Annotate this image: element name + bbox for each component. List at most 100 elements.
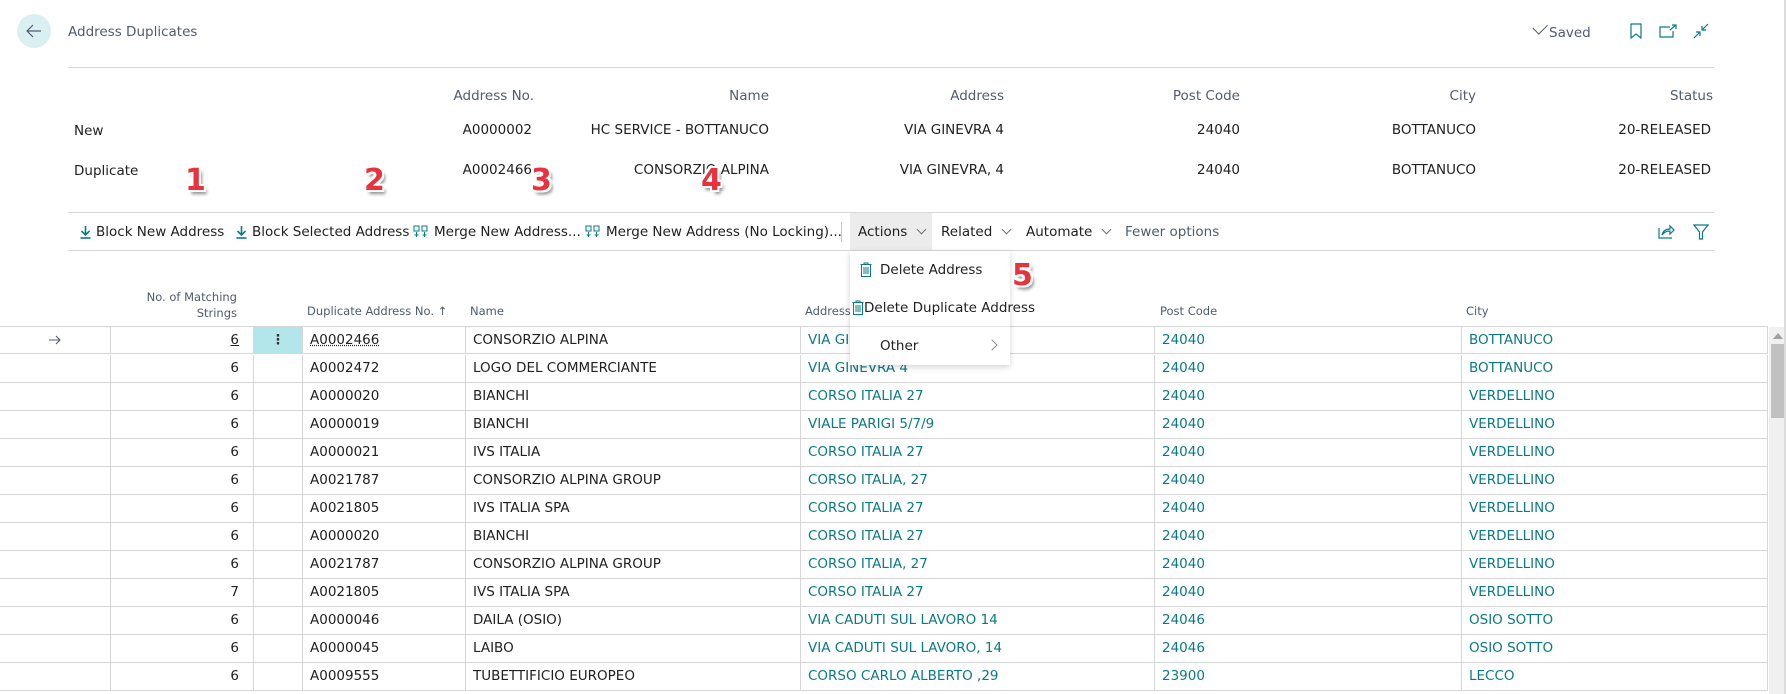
city-cell[interactable]: VERDELLINO — [1461, 523, 1768, 550]
table-row[interactable]: 6 A0021787 CONSORZIO ALPINA GROUP CORSO ITA… — [0, 551, 1768, 579]
post-code-cell[interactable]: 24040 — [1154, 411, 1461, 438]
city-cell[interactable]: BOTTANUCO — [1461, 355, 1768, 382]
post-code-cell[interactable]: 23900 — [1154, 663, 1461, 690]
post-code-cell[interactable]: 24040 — [1154, 467, 1461, 494]
post-code-cell[interactable]: 24040 — [1154, 579, 1461, 606]
actions-menu-button[interactable]: Actions — [850, 213, 932, 250]
col-header-duplicate-address-no[interactable]: Duplicate Address No. ↑ — [307, 304, 447, 318]
address-cell[interactable]: VIA CADUTI SUL LAVORO 14 — [800, 607, 1154, 634]
duplicate-address-no-cell[interactable]: A0000045 — [302, 635, 465, 662]
table-row[interactable]: 6 A0000046 DAILA (OSIO) VIA CADUTI SUL LAVO… — [0, 607, 1768, 635]
row-actions-menu[interactable] — [253, 579, 302, 606]
menu-item-delete-duplicate-address[interactable]: Delete Duplicate Address — [850, 289, 1035, 326]
duplicate-address-no-cell[interactable]: A0000019 — [302, 411, 465, 438]
duplicate-address-no-cell[interactable]: A0002466 — [302, 327, 465, 354]
duplicate-address-no-cell[interactable]: A0000021 — [302, 439, 465, 466]
address-cell[interactable]: CORSO CARLO ALBERTO ,29 — [800, 663, 1154, 690]
row-actions-menu[interactable] — [253, 635, 302, 662]
city-cell[interactable]: VERDELLINO — [1461, 383, 1768, 410]
table-row[interactable]: 7 A0021805 IVS ITALIA SPA CORSO ITALIA 27 24… — [0, 579, 1768, 607]
address-cell[interactable]: CORSO ITALIA 27 — [800, 439, 1154, 466]
address-cell[interactable]: CORSO ITALIA 27 — [800, 579, 1154, 606]
city-cell[interactable]: VERDELLINO — [1461, 411, 1768, 438]
scroll-up-arrow-icon[interactable] — [1773, 333, 1783, 339]
city-cell[interactable]: OSIO SOTTO — [1461, 635, 1768, 662]
row-actions-menu[interactable] — [253, 411, 302, 438]
post-code-cell[interactable]: 24040 — [1154, 439, 1461, 466]
table-row[interactable]: 6 A0000020 BIANCHI CORSO ITALIA 27 24040 VERD… — [0, 523, 1768, 551]
duplicate-address-no-cell[interactable]: A0000020 — [302, 383, 465, 410]
address-cell[interactable]: VIA CADUTI SUL LAVORO, 14 — [800, 635, 1154, 662]
post-code-cell[interactable]: 24040 — [1154, 551, 1461, 578]
duplicate-address-no-cell[interactable]: A0021805 — [302, 579, 465, 606]
related-menu-button[interactable]: Related — [941, 213, 1012, 250]
address-cell[interactable]: CORSO ITALIA 27 — [800, 495, 1154, 522]
block-new-address-button[interactable]: Block New Address — [80, 213, 224, 250]
address-cell[interactable]: VIALE PARIGI 5/7/9 — [800, 411, 1154, 438]
city-cell[interactable]: LECCO — [1461, 663, 1768, 690]
matching-strings-cell[interactable]: 6 — [110, 327, 253, 354]
duplicate-address-no-cell[interactable]: A0000020 — [302, 523, 465, 550]
row-actions-menu[interactable] — [253, 523, 302, 550]
address-cell[interactable]: CORSO ITALIA, 27 — [800, 467, 1154, 494]
table-row[interactable]: 6 A0000020 BIANCHI CORSO ITALIA 27 24040 VERD… — [0, 383, 1768, 411]
duplicate-address-no-cell[interactable]: A0021805 — [302, 495, 465, 522]
merge-new-address-button[interactable]: Merge New Address... — [413, 213, 581, 250]
row-actions-menu[interactable] — [253, 439, 302, 466]
city-cell[interactable]: BOTTANUCO — [1461, 327, 1768, 354]
col-header-city[interactable]: City — [1466, 304, 1489, 318]
row-actions-menu[interactable] — [253, 551, 302, 578]
back-button[interactable] — [17, 14, 51, 48]
duplicate-address-no-cell[interactable]: A0009555 — [302, 663, 465, 690]
post-code-cell[interactable]: 24040 — [1154, 523, 1461, 550]
fewer-options-button[interactable]: Fewer options — [1125, 213, 1219, 250]
address-cell[interactable]: CORSO ITALIA 27 — [800, 523, 1154, 550]
post-code-cell[interactable]: 24040 — [1154, 383, 1461, 410]
automate-menu-button[interactable]: Automate — [1026, 213, 1112, 250]
table-row[interactable]: 6 A0021805 IVS ITALIA SPA CORSO ITALIA 27 24… — [0, 495, 1768, 523]
table-row[interactable]: 6 A0021787 CONSORZIO ALPINA GROUP CORSO ITA… — [0, 467, 1768, 495]
city-cell[interactable]: VERDELLINO — [1461, 551, 1768, 578]
row-actions-menu[interactable]: ⋮ — [253, 327, 302, 354]
row-actions-menu[interactable] — [253, 607, 302, 634]
row-actions-menu[interactable] — [253, 663, 302, 690]
city-cell[interactable]: VERDELLINO — [1461, 467, 1768, 494]
address-cell[interactable]: CORSO ITALIA, 27 — [800, 551, 1154, 578]
post-code-cell[interactable]: 24046 — [1154, 635, 1461, 662]
col-header-matching-strings[interactable]: No. of Matching Strings — [147, 290, 237, 320]
bookmark-button[interactable] — [1625, 20, 1647, 42]
city-cell[interactable]: VERDELLINO — [1461, 579, 1768, 606]
scrollbar-thumb[interactable] — [1771, 344, 1784, 418]
menu-item-other[interactable]: Other — [850, 327, 1010, 364]
block-selected-address-button[interactable]: Block Selected Address — [236, 213, 409, 250]
col-header-address[interactable]: Address — [805, 304, 851, 318]
row-actions-menu[interactable] — [253, 495, 302, 522]
share-button[interactable] — [1658, 213, 1675, 250]
col-header-post-code[interactable]: Post Code — [1160, 304, 1217, 318]
post-code-cell[interactable]: 24040 — [1154, 495, 1461, 522]
table-row[interactable]: 6 A0000021 IVS ITALIA CORSO ITALIA 27 24040 V… — [0, 439, 1768, 467]
city-cell[interactable]: VERDELLINO — [1461, 439, 1768, 466]
duplicate-address-no-cell[interactable]: A0021787 — [302, 467, 465, 494]
open-new-window-button[interactable] — [1657, 20, 1679, 42]
merge-new-address-no-locking-button[interactable]: Merge New Address (No Locking)... — [585, 213, 842, 250]
row-actions-menu[interactable] — [253, 467, 302, 494]
city-cell[interactable]: VERDELLINO — [1461, 495, 1768, 522]
duplicate-address-no-cell[interactable]: A0000046 — [302, 607, 465, 634]
collapse-button[interactable] — [1690, 20, 1712, 42]
city-cell[interactable]: OSIO SOTTO — [1461, 607, 1768, 634]
filter-button[interactable] — [1693, 213, 1709, 250]
row-actions-menu[interactable] — [253, 355, 302, 382]
row-actions-menu[interactable] — [253, 383, 302, 410]
address-cell[interactable]: CORSO ITALIA 27 — [800, 383, 1154, 410]
post-code-cell[interactable]: 24040 — [1154, 327, 1461, 354]
duplicate-address-no-cell[interactable]: A0002472 — [302, 355, 465, 382]
post-code-cell[interactable]: 24046 — [1154, 607, 1461, 634]
col-header-name[interactable]: Name — [470, 304, 504, 318]
post-code-cell[interactable]: 24040 — [1154, 355, 1461, 382]
table-row[interactable]: 6 A0009555 TUBETTIFICIO EUROPEO CORSO CARLO… — [0, 663, 1768, 691]
menu-item-delete-address[interactable]: Delete Address — [850, 251, 1010, 288]
table-row[interactable]: 6 A0000019 BIANCHI VIALE PARIGI 5/7/9 24040 V… — [0, 411, 1768, 439]
duplicate-address-no-cell[interactable]: A0021787 — [302, 551, 465, 578]
table-row[interactable]: 6 A0000045 LAIBO VIA CADUTI SUL LAVORO, 14 2… — [0, 635, 1768, 663]
